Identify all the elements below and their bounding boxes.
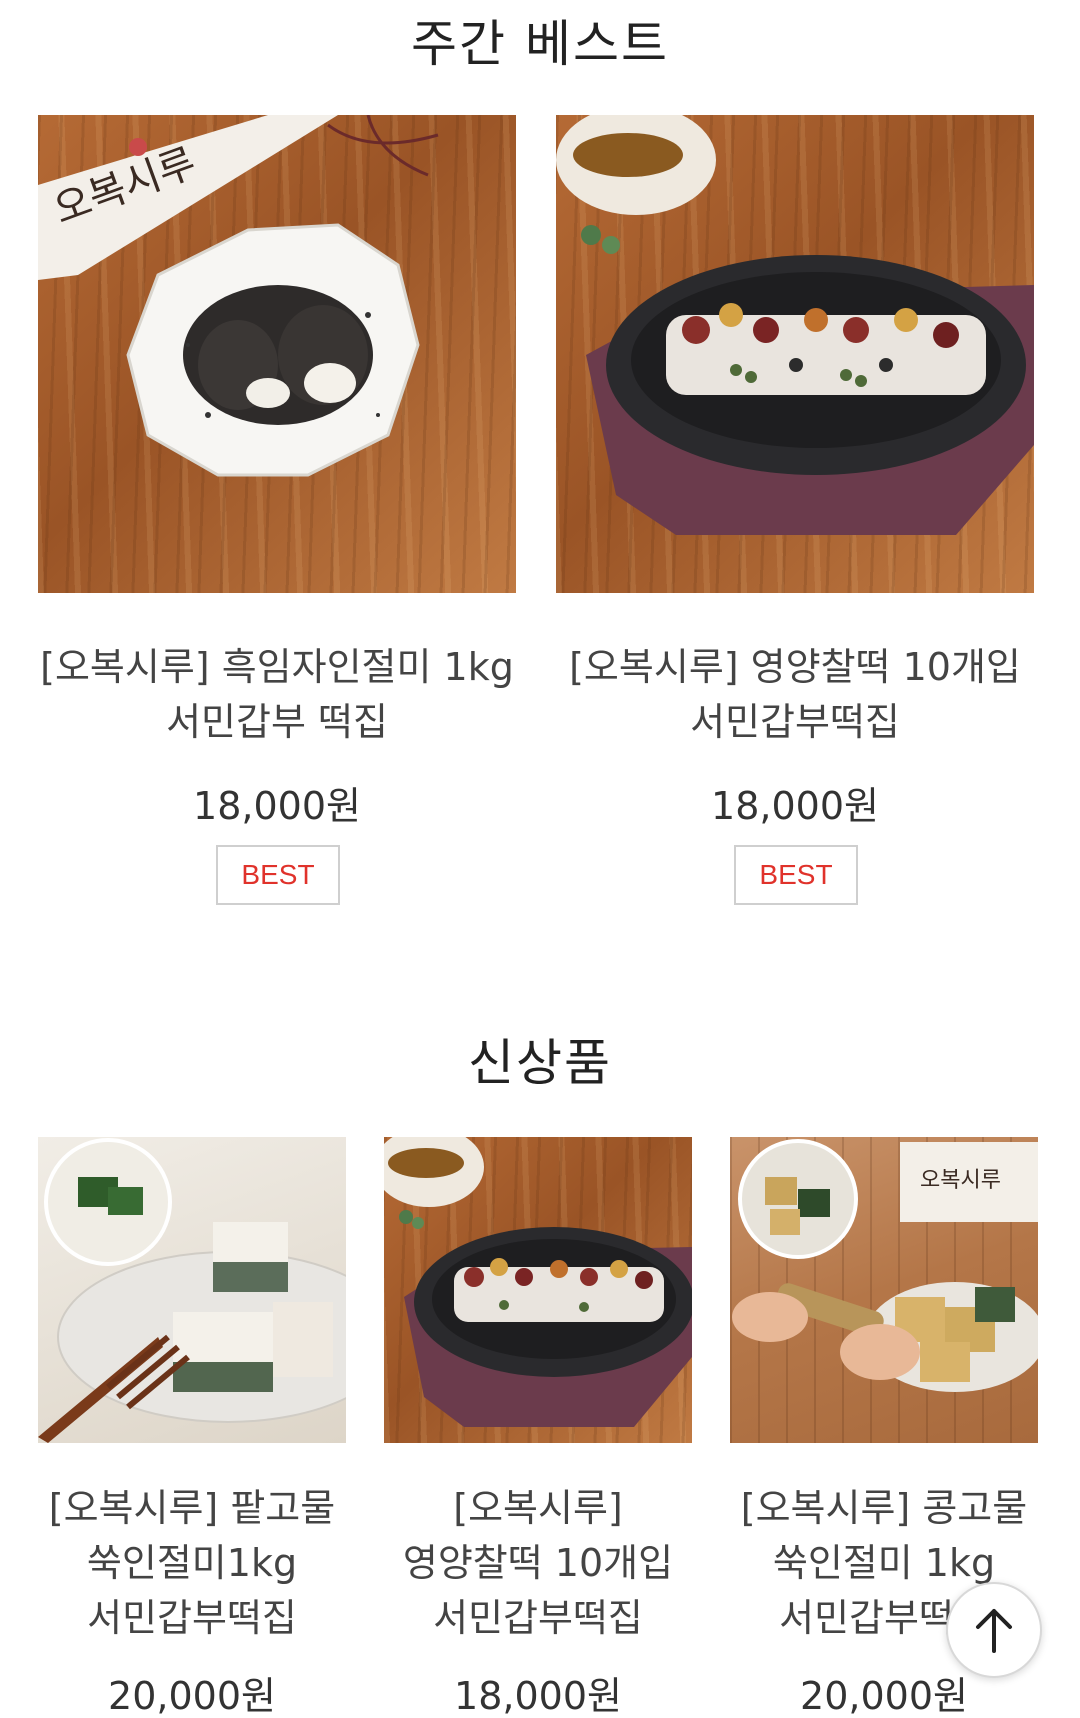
product-name[interactable]: [오복시루] 영양찰떡 10개입 서민갑부떡집 bbox=[556, 640, 1034, 750]
product-price: 18,000원 bbox=[193, 784, 361, 828]
new-products-title: 신상품 bbox=[468, 1034, 612, 1092]
product-card[interactable]: [오복시루] 영양찰떡 10개입 서민갑부떡집 18,000원 bbox=[384, 1137, 692, 1718]
product-name-line3: 서민갑부떡집 bbox=[87, 1596, 297, 1640]
arrow-up-icon bbox=[976, 1609, 1012, 1653]
product-price: 18,000원 bbox=[454, 1674, 622, 1718]
product-name[interactable]: [오복시루] 팥고물 쑥인절미1kg 서민갑부떡집 bbox=[38, 1481, 346, 1646]
product-photo: 오복시루 bbox=[732, 1139, 1038, 1392]
best-badge: BEST bbox=[734, 845, 858, 905]
best-badge: BEST bbox=[216, 845, 340, 905]
product-name-line1: [오복시루] 영양찰떡 10개입 bbox=[569, 645, 1021, 689]
product-name-line2: 서민갑부 떡집 bbox=[166, 700, 388, 744]
product-name[interactable]: [오복시루] 흑임자인절미 1kg 서민갑부 떡집 bbox=[38, 640, 516, 750]
product-photo: 오복시루 bbox=[38, 115, 439, 477]
product-price: 20,000원 bbox=[108, 1674, 276, 1718]
scroll-top-button[interactable] bbox=[946, 1582, 1042, 1678]
product-name-line1: [오복시루] 팥고물 bbox=[48, 1486, 336, 1530]
product-photo bbox=[38, 1138, 346, 1443]
product-photo bbox=[556, 115, 1034, 535]
product-name-line1: [오복시루] 콩고물 bbox=[740, 1486, 1028, 1530]
product-card[interactable]: 오복시루 [오복시루] 흑임자인절미 1kg 서민갑부 떡집 18,000원 B… bbox=[38, 115, 516, 915]
product-name-line3: 서민갑부떡집 bbox=[433, 1596, 643, 1640]
product-photo bbox=[384, 1137, 692, 1427]
product-name[interactable]: [오복시루] 영양찰떡 10개입 서민갑부떡집 bbox=[384, 1481, 692, 1646]
product-name-line2: 영양찰떡 10개입 bbox=[402, 1541, 674, 1585]
product-image[interactable] bbox=[384, 1137, 692, 1443]
product-card[interactable]: [오복시루] 영양찰떡 10개입 서민갑부떡집 18,000원 BEST bbox=[556, 115, 1034, 915]
product-image[interactable]: 오복시루 bbox=[730, 1137, 1038, 1443]
product-name-line1: [오복시루] 흑임자인절미 1kg bbox=[40, 645, 514, 689]
logo-text: 오복시루 bbox=[920, 1168, 1001, 1193]
product-card[interactable]: [오복시루] 팥고물 쑥인절미1kg 서민갑부떡집 20,000원 bbox=[38, 1137, 346, 1718]
product-name-line1: [오복시루] bbox=[453, 1486, 623, 1530]
product-image[interactable] bbox=[556, 115, 1034, 593]
product-price: 18,000원 bbox=[711, 784, 879, 828]
product-image[interactable]: 오복시루 bbox=[38, 115, 516, 593]
product-name-line2: 서민갑부떡집 bbox=[690, 700, 900, 744]
product-name-line2: 쑥인절미1kg bbox=[86, 1541, 298, 1585]
weekly-best-title: 주간 베스트 bbox=[411, 15, 669, 73]
product-image[interactable] bbox=[38, 1137, 346, 1443]
